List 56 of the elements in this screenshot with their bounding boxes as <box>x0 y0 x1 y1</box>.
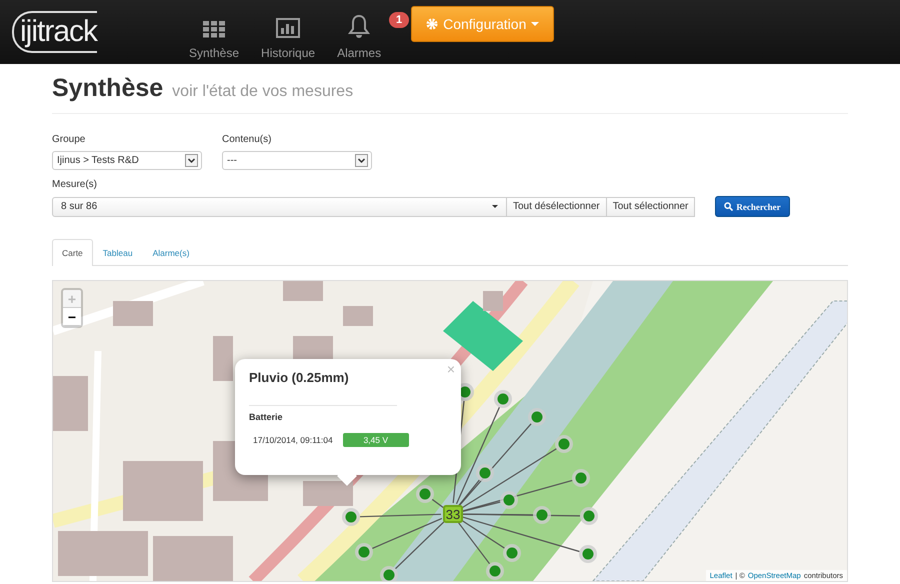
zoom-button[interactable]: − <box>63 308 81 326</box>
field-label: Contenu(s) <box>222 134 272 145</box>
building <box>483 291 503 311</box>
search-icon <box>724 202 734 211</box>
map-marker[interactable] <box>416 485 434 503</box>
map-marker[interactable] <box>555 435 573 453</box>
select-all-button[interactable]: Tout sélectionner <box>606 196 696 216</box>
map-marker[interactable] <box>503 544 521 562</box>
nav-link[interactable]: Synthèse <box>187 21 242 60</box>
map-marker[interactable] <box>342 508 360 526</box>
nav-link[interactable]: Historique <box>259 18 318 60</box>
map-marker[interactable] <box>580 507 598 525</box>
gear-icon <box>426 18 438 30</box>
field-label: Groupe <box>52 134 86 145</box>
notification-badge: 1 <box>388 12 410 28</box>
tab[interactable]: Tableau <box>92 239 143 266</box>
map-marker[interactable] <box>355 543 373 561</box>
map-marker[interactable] <box>494 390 512 408</box>
building <box>283 281 323 301</box>
select-all-button[interactable]: Tout désélectionner <box>507 196 607 216</box>
section-label: Batterie <box>249 412 284 422</box>
building <box>113 301 153 326</box>
page-title: Synthèse <box>52 74 164 103</box>
caret-icon <box>492 205 498 208</box>
building <box>53 376 88 431</box>
measure-multiselect[interactable]: 8 sur 86 <box>52 196 507 216</box>
tab[interactable]: Carte <box>52 239 93 266</box>
search-button[interactable]: Rechercher <box>715 196 790 217</box>
map-marker[interactable] <box>533 506 551 524</box>
field-label: Mesure(s) <box>52 179 98 190</box>
map-marker[interactable] <box>486 562 504 580</box>
bar-chart-icon <box>276 18 300 38</box>
connector-line <box>432 498 444 508</box>
chevron-down-icon <box>355 154 368 167</box>
bell-icon <box>348 14 370 38</box>
cluster-marker[interactable]: 33 <box>443 505 463 523</box>
tab[interactable]: Alarme(s) <box>142 239 200 266</box>
group-select[interactable]: Ijinus > Tests R&D <box>52 151 202 170</box>
map-marker[interactable] <box>500 491 518 509</box>
building <box>343 306 373 326</box>
caret-icon <box>531 22 540 26</box>
map-marker[interactable] <box>572 469 590 487</box>
map-marker[interactable] <box>380 566 398 581</box>
map-marker[interactable] <box>579 545 597 563</box>
building <box>213 336 233 381</box>
map-marker[interactable] <box>476 464 494 482</box>
chevron-down-icon <box>185 154 198 167</box>
grid-icon <box>203 21 226 38</box>
building <box>303 481 353 506</box>
map-marker[interactable] <box>528 408 546 426</box>
page-subtitle: voir l'état de vos mesures <box>172 83 354 101</box>
reading-label: 3,45 V <box>342 433 409 447</box>
popup-title: Pluvio (0.25mm) <box>249 370 350 385</box>
content-select[interactable]: --- <box>222 151 372 170</box>
logo: ijitrack <box>12 11 98 53</box>
timestamp: 17/10/2014, 09:11:04 <box>253 435 333 445</box>
